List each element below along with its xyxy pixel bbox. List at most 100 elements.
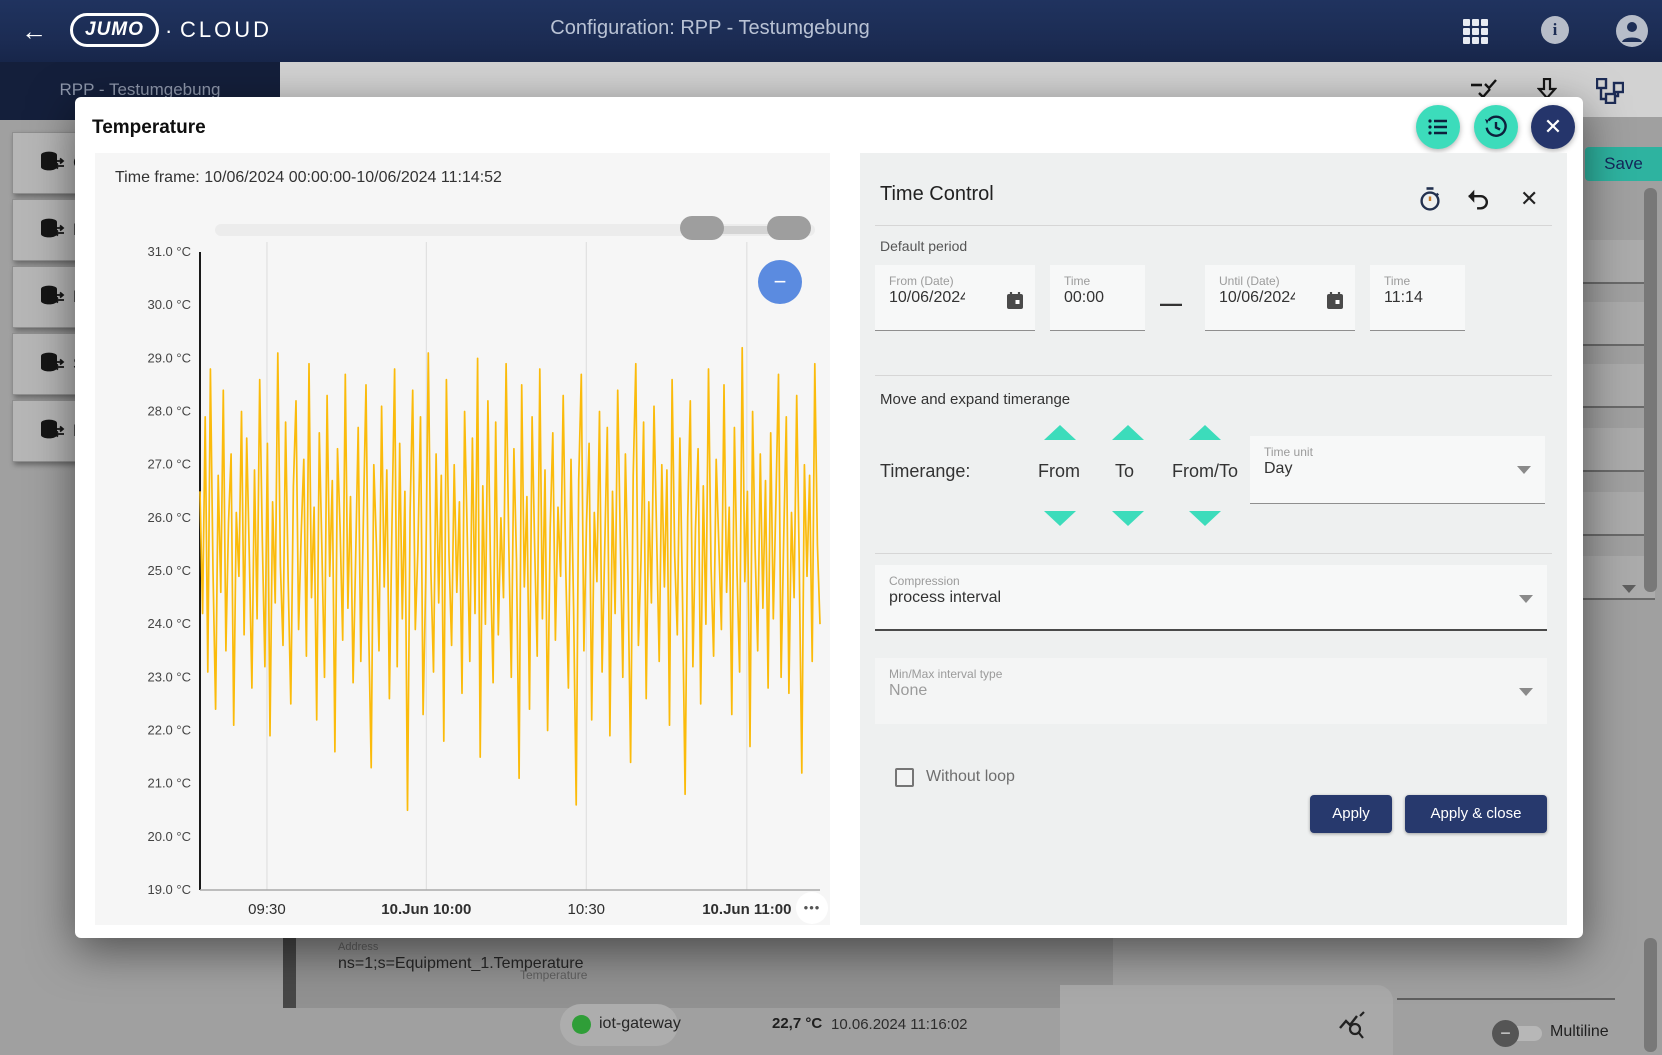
fromto-shrink-arrow[interactable] <box>1189 511 1221 526</box>
without-loop-checkbox[interactable] <box>895 768 914 787</box>
calendar-icon[interactable] <box>1325 291 1345 316</box>
chevron-down-icon[interactable] <box>1519 688 1533 696</box>
svg-text:31.0 °C: 31.0 °C <box>147 244 191 259</box>
column-to-label: To <box>1115 461 1134 482</box>
until-time-value: 11:14 <box>1384 289 1465 307</box>
svg-text:19.0 °C: 19.0 °C <box>147 882 191 897</box>
from-date-field[interactable]: From (Date) 10/06/2024 <box>875 265 1035 331</box>
multiline-label: Multiline <box>1550 1023 1609 1041</box>
range-dash: — <box>1160 291 1182 317</box>
chart-menu-ellipsis-button[interactable]: ••• <box>796 892 828 924</box>
compression-value: process interval <box>889 589 1547 607</box>
svg-text:21.0 °C: 21.0 °C <box>147 776 191 791</box>
svg-text:22.0 °C: 22.0 °C <box>147 723 191 738</box>
save-button[interactable]: Save <box>1585 147 1662 181</box>
minmax-label: Min/Max interval type <box>889 667 1547 681</box>
until-time-label: Time <box>1384 274 1465 288</box>
back-arrow-icon[interactable]: ← <box>16 13 52 49</box>
time-unit-value: Day <box>1264 460 1545 478</box>
svg-text:26.0 °C: 26.0 °C <box>147 510 191 525</box>
logo-separator: · <box>165 18 172 44</box>
cloud-logo: CLOUD <box>180 17 272 43</box>
svg-text:10:30: 10:30 <box>567 901 605 918</box>
legend-list-button[interactable] <box>1416 105 1460 149</box>
minmax-value: None <box>889 682 1547 700</box>
address-field-label: Address <box>338 941 378 953</box>
database-icon <box>39 351 65 382</box>
undo-icon[interactable] <box>1465 186 1491 212</box>
last-update-timestamp: 10.06.2024 11:16:02 <box>831 1016 968 1033</box>
temperature-line-chart[interactable]: 09:30 10.Jun 10:00 10:30 10.Jun 11:00 31.0 °… <box>95 153 830 925</box>
column-fromto-label: From/To <box>1172 461 1238 482</box>
database-icon <box>39 150 65 181</box>
until-date-value: 10/06/2024 <box>1219 289 1295 307</box>
chevron-down-icon[interactable] <box>1517 466 1531 474</box>
chart-panel: Time frame: 10/06/2024 00:00:00-10/06/20… <box>95 153 830 925</box>
from-decrease-arrow[interactable] <box>1044 511 1076 526</box>
from-time-field[interactable]: Time 00:00 <box>1050 265 1145 331</box>
time-unit-label: Time unit <box>1264 445 1545 459</box>
time-control-close-icon[interactable]: ✕ <box>1520 186 1546 212</box>
person-icon <box>1616 15 1648 47</box>
address-field[interactable] <box>283 938 1113 1008</box>
without-loop-label: Without loop <box>926 768 1015 786</box>
apply-close-button[interactable]: Apply & close <box>1405 795 1547 833</box>
multiline-toggle-knob[interactable]: − <box>1492 1020 1519 1047</box>
current-temperature-value: 22,7 °C <box>772 1015 822 1032</box>
from-time-value: 00:00 <box>1064 289 1145 307</box>
svg-text:25.0 °C: 25.0 °C <box>147 563 191 578</box>
scrollbar-thumb[interactable] <box>1644 188 1657 592</box>
apps-grid-icon[interactable] <box>1463 19 1493 49</box>
svg-text:10.Jun 11:00: 10.Jun 11:00 <box>702 901 791 918</box>
from-increase-arrow[interactable] <box>1044 425 1076 440</box>
database-icon <box>39 217 65 248</box>
jumo-logo: JUMO <box>70 13 159 47</box>
status-dot-online <box>572 1015 591 1034</box>
move-expand-label: Move and expand timerange <box>880 391 1070 408</box>
time-control-title: Time Control <box>880 183 994 206</box>
screen: ← JUMO · CLOUD Configuration: RPP - Test… <box>0 0 1662 1055</box>
from-time-label: Time <box>1064 274 1145 288</box>
scrollbar-thumb[interactable] <box>1644 938 1657 1052</box>
until-date-label: Until (Date) <box>1219 274 1355 288</box>
svg-text:09:30: 09:30 <box>248 901 286 918</box>
minmax-interval-select[interactable]: Min/Max interval type None <box>875 658 1547 724</box>
page-title: Configuration: RPP - Testumgebung <box>400 17 1020 40</box>
info-icon[interactable]: i <box>1541 16 1569 44</box>
until-time-field[interactable]: Time 11:14 <box>1370 265 1465 331</box>
svg-text:27.0 °C: 27.0 °C <box>147 457 191 472</box>
column-from-label: From <box>1038 461 1080 482</box>
chevron-down-icon[interactable] <box>1519 595 1533 603</box>
compression-select[interactable]: Compression process interval <box>875 565 1547 631</box>
divider <box>875 225 1552 226</box>
time-control-panel: Time Control ✕ Default period From (Date… <box>860 153 1567 925</box>
name-field-label: Temperature <box>520 968 587 982</box>
account-avatar-icon[interactable] <box>1616 15 1648 47</box>
database-icon <box>39 284 65 315</box>
dialog-close-button[interactable]: ✕ <box>1531 105 1575 149</box>
history-clock-icon <box>1483 114 1509 140</box>
chart-analysis-icon[interactable] <box>1338 1010 1368 1040</box>
calendar-icon[interactable] <box>1005 291 1025 316</box>
time-unit-select[interactable]: Time unit Day <box>1250 436 1545 504</box>
compression-label: Compression <box>889 574 1547 588</box>
svg-text:10.Jun 10:00: 10.Jun 10:00 <box>381 901 471 918</box>
divider <box>875 375 1552 376</box>
default-period-label: Default period <box>880 238 967 254</box>
database-icon <box>39 418 65 449</box>
apply-button[interactable]: Apply <box>1310 795 1392 833</box>
svg-text:20.0 °C: 20.0 °C <box>147 829 191 844</box>
zoom-out-button[interactable]: − <box>758 260 802 304</box>
svg-text:24.0 °C: 24.0 °C <box>147 616 191 631</box>
svg-text:29.0 °C: 29.0 °C <box>147 350 191 365</box>
hierarchy-icon[interactable] <box>1596 78 1624 104</box>
fromto-expand-arrow[interactable] <box>1189 425 1221 440</box>
timer-icon[interactable] <box>1417 186 1443 212</box>
history-button[interactable] <box>1474 105 1518 149</box>
divider <box>875 553 1552 554</box>
to-increase-arrow[interactable] <box>1112 425 1144 440</box>
from-date-label: From (Date) <box>889 274 1035 288</box>
to-decrease-arrow[interactable] <box>1112 511 1144 526</box>
dimmed-dropdown-caret <box>1622 585 1636 593</box>
until-date-field[interactable]: Until (Date) 10/06/2024 <box>1205 265 1355 331</box>
